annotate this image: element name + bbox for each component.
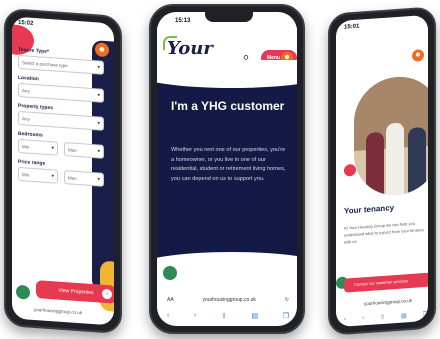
browser-toolbar: ‹ › ⇧ ▤ ❐ bbox=[344, 311, 428, 324]
contact-button[interactable]: Contact our customer services bbox=[344, 272, 428, 293]
forward-icon[interactable]: › bbox=[194, 312, 196, 320]
site-logo[interactable]: Your bbox=[167, 38, 213, 59]
back-icon[interactable]: ‹ bbox=[167, 312, 169, 320]
bedrooms-min-select[interactable]: Min ▾ bbox=[18, 138, 58, 156]
location-value: Any bbox=[22, 88, 30, 94]
url-text: yourhousinggroup.co.uk bbox=[363, 297, 413, 307]
bedrooms-max-value: Max bbox=[68, 147, 77, 153]
chevron-down-icon: ▾ bbox=[97, 148, 100, 155]
chevron-down-icon: ▾ bbox=[97, 176, 100, 183]
url-text: yourhousinggroup.co.uk bbox=[34, 306, 83, 316]
phone-right: 15:01 ☻ Your tenancy At Your Housing Gro… bbox=[328, 6, 436, 336]
chevron-down-icon: ▾ bbox=[51, 145, 54, 152]
hero-body: Whether you rent one of our properties, … bbox=[171, 147, 286, 182]
browser-url-bar[interactable]: AA yourhousinggroup.co.uk ↻ bbox=[167, 294, 289, 306]
refresh-icon[interactable]: ↻ bbox=[285, 297, 289, 303]
phone-left: 15:02 ☻ Tenure Type* Select a purchase t… bbox=[4, 7, 122, 335]
status-time: 15:13 bbox=[175, 18, 191, 24]
share-icon[interactable]: ⇧ bbox=[221, 312, 227, 320]
chat-icon[interactable] bbox=[163, 266, 177, 280]
hero-bottom-curve bbox=[157, 252, 297, 282]
browser-toolbar: ‹ › ⇧ ▤ ❐ bbox=[167, 312, 289, 320]
price-max-select[interactable]: Max ▾ bbox=[64, 170, 104, 187]
person-figure bbox=[386, 122, 404, 196]
phone-notch bbox=[205, 12, 253, 22]
decorative-dot bbox=[344, 163, 356, 177]
price-min-select[interactable]: Min ▾ bbox=[18, 166, 58, 184]
phone-center: 15:13 Your housing group ⚲ Menu ☻ I'm a … bbox=[149, 4, 305, 334]
bedrooms-min-value: Min bbox=[22, 144, 30, 150]
person-figure bbox=[366, 131, 384, 198]
hero-title: I'm a YHG customer bbox=[171, 99, 285, 113]
property-types-value: Any bbox=[22, 116, 30, 122]
reader-aa[interactable]: AA bbox=[167, 297, 174, 303]
property-search-form: Tenure Type* Select a purchase type ▾ Lo… bbox=[18, 41, 104, 187]
price-min-value: Min bbox=[22, 172, 30, 178]
back-icon[interactable]: ‹ bbox=[344, 317, 346, 324]
accessibility-icon[interactable]: ☻ bbox=[412, 49, 424, 62]
tenants-photo bbox=[354, 73, 428, 198]
price-max-value: Max bbox=[68, 175, 77, 181]
bookmarks-icon[interactable]: ▤ bbox=[251, 312, 258, 320]
chat-icon[interactable] bbox=[16, 284, 30, 300]
mockup-stage: 15:02 ☻ Tenure Type* Select a purchase t… bbox=[0, 0, 440, 339]
arrow-right-icon: › bbox=[102, 288, 112, 300]
bedrooms-max-select[interactable]: Max ▾ bbox=[64, 142, 104, 159]
phone-center-screen: 15:13 Your housing group ⚲ Menu ☻ I'm a … bbox=[157, 12, 297, 326]
tabs-icon[interactable]: ❐ bbox=[423, 311, 428, 318]
chevron-down-icon: ▾ bbox=[51, 173, 54, 180]
view-properties-label: View Properties bbox=[58, 287, 94, 297]
hero-curve bbox=[157, 60, 297, 88]
phone-right-screen: 15:01 ☻ Your tenancy At Your Housing Gro… bbox=[336, 14, 428, 328]
bookmarks-icon[interactable]: ▤ bbox=[401, 312, 407, 319]
tabs-icon[interactable]: ❐ bbox=[283, 312, 289, 320]
hero-section: I'm a YHG customer Whether you rent one … bbox=[157, 60, 297, 264]
chevron-down-icon: ▾ bbox=[97, 92, 100, 99]
status-time: 15:01 bbox=[344, 23, 360, 31]
share-icon[interactable]: ⇧ bbox=[380, 314, 385, 321]
chevron-down-icon: ▾ bbox=[97, 120, 100, 127]
phone-left-screen: 15:02 ☻ Tenure Type* Select a purchase t… bbox=[12, 16, 114, 326]
section-body: At Your Housing Group we can help you un… bbox=[344, 220, 425, 245]
forward-icon[interactable]: › bbox=[362, 315, 364, 322]
section-title: Your tenancy bbox=[344, 203, 395, 216]
url-text: yourhousinggroup.co.uk bbox=[202, 297, 256, 303]
chevron-down-icon: ▾ bbox=[97, 64, 100, 71]
tenure-value: Select a purchase type bbox=[22, 60, 68, 69]
person-figure bbox=[408, 126, 426, 195]
